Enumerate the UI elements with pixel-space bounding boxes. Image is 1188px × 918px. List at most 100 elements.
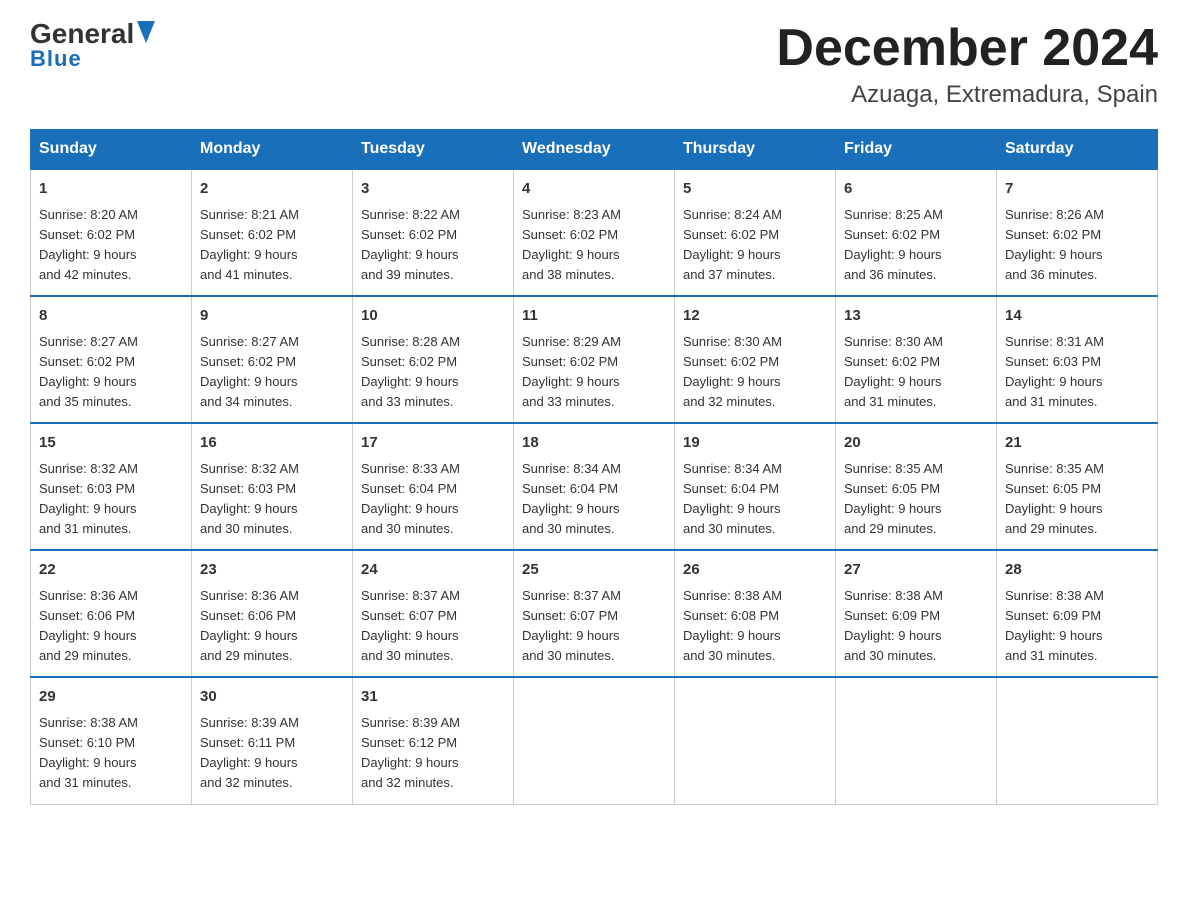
day-info: Sunrise: 8:24 AMSunset: 6:02 PMDaylight:…: [683, 205, 827, 286]
table-row: 26 Sunrise: 8:38 AMSunset: 6:08 PMDayligh…: [675, 550, 836, 677]
table-row: 28 Sunrise: 8:38 AMSunset: 6:09 PMDayligh…: [997, 550, 1158, 677]
day-info: Sunrise: 8:26 AMSunset: 6:02 PMDaylight:…: [1005, 205, 1149, 286]
table-row: 30Sunrise: 8:39 AMSunset: 6:11 PMDayligh…: [192, 677, 353, 804]
logo-general: General: [30, 20, 134, 48]
day-number: 14: [1005, 305, 1149, 328]
day-number: 9: [200, 305, 344, 328]
table-row: [675, 677, 836, 804]
day-info: Sunrise: 8:39 AMSunset: 6:12 PMDaylight:…: [361, 713, 505, 794]
day-info: Sunrise: 8:35 AMSunset: 6:05 PMDaylight:…: [1005, 459, 1149, 540]
logo: General Blue: [30, 20, 155, 72]
day-number: 29: [39, 686, 183, 709]
calendar-header-row: Sunday Monday Tuesday Wednesday Thursday…: [31, 130, 1158, 170]
col-saturday: Saturday: [997, 130, 1158, 170]
table-row: [997, 677, 1158, 804]
table-row: 31 Sunrise: 8:39 AMSunset: 6:12 PMDayligh…: [353, 677, 514, 804]
day-info: Sunrise: 8:27 AMSunset: 6:02 PMDaylight:…: [39, 332, 183, 413]
table-row: 5 Sunrise: 8:24 AMSunset: 6:02 PMDaylight…: [675, 169, 836, 296]
table-row: 9 Sunrise: 8:27 AMSunset: 6:02 PMDaylight…: [192, 296, 353, 423]
day-info: Sunrise: 8:32 AMSunset: 6:03 PMDaylight:…: [200, 459, 344, 540]
table-row: 24 Sunrise: 8:37 AMSunset: 6:07 PMDayligh…: [353, 550, 514, 677]
day-info: Sunrise: 8:37 AMSunset: 6:07 PMDaylight:…: [522, 586, 666, 667]
day-info: Sunrise: 8:27 AMSunset: 6:02 PMDaylight:…: [200, 332, 344, 413]
col-wednesday: Wednesday: [514, 130, 675, 170]
table-row: 2Sunrise: 8:21 AMSunset: 6:02 PMDaylight…: [192, 169, 353, 296]
table-row: 27 Sunrise: 8:38 AMSunset: 6:09 PMDayligh…: [836, 550, 997, 677]
day-info: Sunrise: 8:34 AMSunset: 6:04 PMDaylight:…: [522, 459, 666, 540]
day-info: Sunrise: 8:31 AMSunset: 6:03 PMDaylight:…: [1005, 332, 1149, 413]
day-number: 28: [1005, 559, 1149, 582]
day-number: 6: [844, 178, 988, 201]
day-info: Sunrise: 8:29 AMSunset: 6:02 PMDaylight:…: [522, 332, 666, 413]
day-number: 27: [844, 559, 988, 582]
month-title: December 2024: [776, 20, 1158, 77]
col-thursday: Thursday: [675, 130, 836, 170]
day-info: Sunrise: 8:37 AMSunset: 6:07 PMDaylight:…: [361, 586, 505, 667]
day-number: 13: [844, 305, 988, 328]
calendar-week-row: 29 Sunrise: 8:38 AMSunset: 6:10 PMDayligh…: [31, 677, 1158, 804]
table-row: 16 Sunrise: 8:32 AMSunset: 6:03 PMDayligh…: [192, 423, 353, 550]
table-row: 10Sunrise: 8:28 AMSunset: 6:02 PMDayligh…: [353, 296, 514, 423]
table-row: 23Sunrise: 8:36 AMSunset: 6:06 PMDayligh…: [192, 550, 353, 677]
calendar-week-row: 15 Sunrise: 8:32 AMSunset: 6:03 PMDayligh…: [31, 423, 1158, 550]
day-info: Sunrise: 8:35 AMSunset: 6:05 PMDaylight:…: [844, 459, 988, 540]
day-number: 12: [683, 305, 827, 328]
col-tuesday: Tuesday: [353, 130, 514, 170]
day-info: Sunrise: 8:22 AMSunset: 6:02 PMDaylight:…: [361, 205, 505, 286]
table-row: 13 Sunrise: 8:30 AMSunset: 6:02 PMDayligh…: [836, 296, 997, 423]
day-info: Sunrise: 8:34 AMSunset: 6:04 PMDaylight:…: [683, 459, 827, 540]
day-info: Sunrise: 8:32 AMSunset: 6:03 PMDaylight:…: [39, 459, 183, 540]
day-info: Sunrise: 8:38 AMSunset: 6:09 PMDaylight:…: [844, 586, 988, 667]
table-row: 21Sunrise: 8:35 AMSunset: 6:05 PMDayligh…: [997, 423, 1158, 550]
day-info: Sunrise: 8:39 AMSunset: 6:11 PMDaylight:…: [200, 713, 344, 794]
table-row: [836, 677, 997, 804]
calendar-week-row: 1 Sunrise: 8:20 AMSunset: 6:02 PMDaylight…: [31, 169, 1158, 296]
col-friday: Friday: [836, 130, 997, 170]
table-row: 29 Sunrise: 8:38 AMSunset: 6:10 PMDayligh…: [31, 677, 192, 804]
day-info: Sunrise: 8:38 AMSunset: 6:08 PMDaylight:…: [683, 586, 827, 667]
table-row: 3Sunrise: 8:22 AMSunset: 6:02 PMDaylight…: [353, 169, 514, 296]
day-info: Sunrise: 8:30 AMSunset: 6:02 PMDaylight:…: [844, 332, 988, 413]
page-header: General Blue December 2024 Azuaga, Extre…: [30, 20, 1158, 109]
day-info: Sunrise: 8:33 AMSunset: 6:04 PMDaylight:…: [361, 459, 505, 540]
logo-blue: Blue: [30, 46, 82, 72]
day-number: 31: [361, 686, 505, 709]
title-block: December 2024 Azuaga, Extremadura, Spain: [776, 20, 1158, 109]
table-row: 14 Sunrise: 8:31 AMSunset: 6:03 PMDayligh…: [997, 296, 1158, 423]
table-row: 25Sunrise: 8:37 AMSunset: 6:07 PMDayligh…: [514, 550, 675, 677]
table-row: 15 Sunrise: 8:32 AMSunset: 6:03 PMDayligh…: [31, 423, 192, 550]
table-row: 11 Sunrise: 8:29 AMSunset: 6:02 PMDayligh…: [514, 296, 675, 423]
day-number: 7: [1005, 178, 1149, 201]
day-number: 10: [361, 305, 505, 328]
day-number: 5: [683, 178, 827, 201]
table-row: 19 Sunrise: 8:34 AMSunset: 6:04 PMDayligh…: [675, 423, 836, 550]
day-number: 23: [200, 559, 344, 582]
day-number: 19: [683, 432, 827, 455]
table-row: 12Sunrise: 8:30 AMSunset: 6:02 PMDayligh…: [675, 296, 836, 423]
day-info: Sunrise: 8:38 AMSunset: 6:09 PMDaylight:…: [1005, 586, 1149, 667]
day-number: 8: [39, 305, 183, 328]
day-info: Sunrise: 8:21 AMSunset: 6:02 PMDaylight:…: [200, 205, 344, 286]
day-info: Sunrise: 8:38 AMSunset: 6:10 PMDaylight:…: [39, 713, 183, 794]
table-row: 6Sunrise: 8:25 AMSunset: 6:02 PMDaylight…: [836, 169, 997, 296]
table-row: 22Sunrise: 8:36 AMSunset: 6:06 PMDayligh…: [31, 550, 192, 677]
day-info: Sunrise: 8:20 AMSunset: 6:02 PMDaylight:…: [39, 205, 183, 286]
day-number: 1: [39, 178, 183, 201]
day-number: 24: [361, 559, 505, 582]
day-number: 16: [200, 432, 344, 455]
table-row: 7 Sunrise: 8:26 AMSunset: 6:02 PMDaylight…: [997, 169, 1158, 296]
col-sunday: Sunday: [31, 130, 192, 170]
table-row: 17 Sunrise: 8:33 AMSunset: 6:04 PMDayligh…: [353, 423, 514, 550]
day-number: 18: [522, 432, 666, 455]
day-number: 17: [361, 432, 505, 455]
table-row: 20 Sunrise: 8:35 AMSunset: 6:05 PMDayligh…: [836, 423, 997, 550]
table-row: [514, 677, 675, 804]
day-number: 11: [522, 305, 666, 328]
table-row: 8 Sunrise: 8:27 AMSunset: 6:02 PMDaylight…: [31, 296, 192, 423]
table-row: 4Sunrise: 8:23 AMSunset: 6:02 PMDaylight…: [514, 169, 675, 296]
day-number: 20: [844, 432, 988, 455]
day-number: 15: [39, 432, 183, 455]
day-number: 26: [683, 559, 827, 582]
calendar-week-row: 22Sunrise: 8:36 AMSunset: 6:06 PMDayligh…: [31, 550, 1158, 677]
day-info: Sunrise: 8:23 AMSunset: 6:02 PMDaylight:…: [522, 205, 666, 286]
